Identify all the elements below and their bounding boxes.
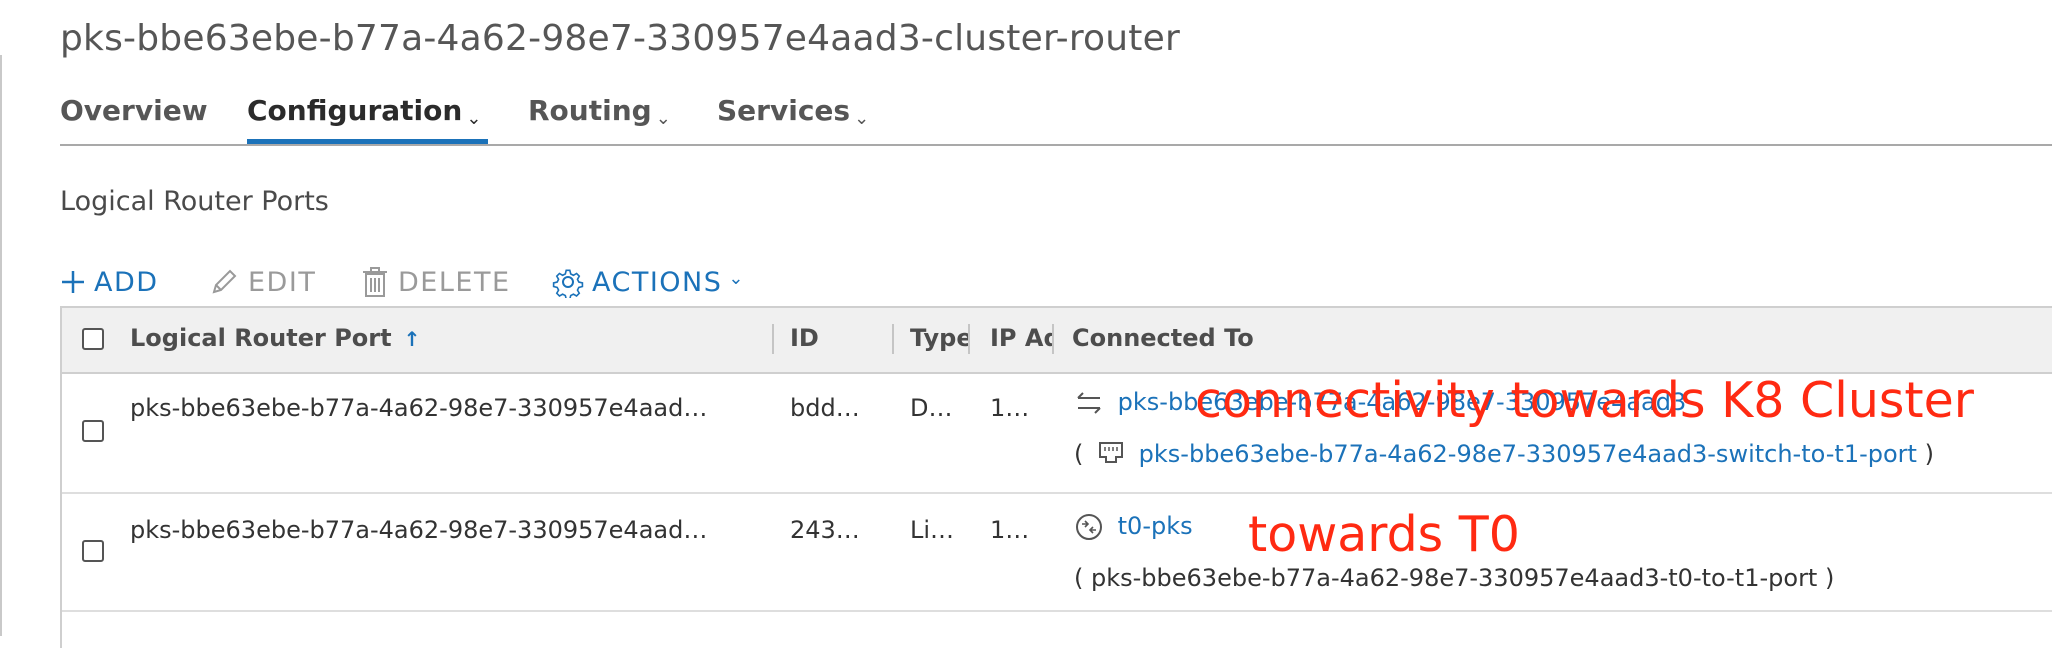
add-button[interactable]: ADD [60,262,159,302]
chevron-down-icon: ⌄ [854,108,870,129]
router-icon [1076,514,1102,540]
column-resize-handle[interactable] [892,324,894,354]
ip-cell: 1… [990,394,1030,422]
connected-router-link[interactable]: t0-pks [1118,512,1193,540]
tab-services-label: Services [717,94,851,127]
type-cell: Li… [910,516,955,544]
port-name-cell: pks-bbe63ebe-b77a-4a62-98e7-330957e4aad… [130,394,708,422]
delete-button-label: DELETE [398,266,511,298]
table-row: pks-bbe63ebe-b77a-4a62-98e7-330957e4aad…… [62,372,2052,494]
tab-bar: Overview Configuration ⌄ Routing ⌄ Service… [60,88,2052,144]
tab-configuration-label: Configuration [247,94,463,127]
connected-port-cell: ( pks-bbe63ebe-b77a-4a62-98e7-330957e4aa… [1074,564,1835,592]
column-header-connected-to[interactable]: Connected To [1072,324,1254,352]
row-checkbox[interactable] [82,420,104,442]
row-checkbox[interactable] [82,540,104,562]
id-cell: bdd… [790,394,860,422]
ip-cell: 1… [990,516,1030,544]
connected-port-cell: ( pks-bbe63ebe-b77a-4a62-98e7-330957e4aa… [1074,440,2052,468]
column-header-id[interactable]: ID [790,324,819,352]
connected-to-cell: t0-pks [1074,512,2052,542]
add-button-label: ADD [94,266,159,298]
column-resize-handle[interactable] [968,324,970,354]
edit-button[interactable]: EDIT [208,262,316,302]
select-all-checkbox[interactable] [82,328,104,350]
tab-routing[interactable]: Routing ⌄ [528,94,671,129]
tab-overview-label: Overview [60,94,208,127]
chevron-down-icon: ⌄ [655,108,671,129]
section-title: Logical Router Ports [60,186,329,217]
column-header-port-label: Logical Router Port [130,324,392,352]
delete-button[interactable]: DELETE [360,262,511,302]
tab-divider [60,144,2052,146]
table-header: Logical Router Port ↑ ID Type IP Ad Conne… [62,308,2052,374]
column-header-ip[interactable]: IP Ad [990,324,1052,352]
actions-button-label: ACTIONS [592,266,723,298]
chevron-down-icon: ⌄ [728,267,745,289]
sort-ascending-icon[interactable]: ↑ [404,327,421,351]
trash-icon [363,267,387,297]
table-row: pks-bbe63ebe-b77a-4a62-98e7-330957e4aad…… [62,494,2052,612]
column-resize-handle[interactable] [1052,324,1054,354]
left-edge-border [0,0,3,636]
tab-services[interactable]: Services ⌄ [717,94,870,129]
connected-port-link[interactable]: pks-bbe63ebe-b77a-4a62-98e7-330957e4aad3… [1139,440,1917,468]
type-cell: D… [910,394,953,422]
chevron-down-icon: ⌄ [466,108,482,129]
paren-open: ( [1074,440,1084,468]
tab-routing-label: Routing [528,94,652,127]
connected-to-cell: pks-bbe63ebe-b77a-4a62-98e7-330957e4aad3 [1074,388,2052,416]
port-name-cell: pks-bbe63ebe-b77a-4a62-98e7-330957e4aad… [130,516,708,544]
active-tab-indicator [247,139,488,144]
page-title: pks-bbe63ebe-b77a-4a62-98e7-330957e4aad3… [60,18,1180,59]
pencil-icon [212,269,237,294]
column-header-type[interactable]: Type [910,324,968,352]
column-header-port[interactable]: Logical Router Port ↑ [130,324,420,352]
logical-router-ports-table: Logical Router Port ↑ ID Type IP Ad Conne… [60,306,2052,648]
port-icon [1099,442,1124,463]
gear-icon [552,269,584,298]
tab-overview[interactable]: Overview [60,94,208,127]
plus-icon [62,271,84,293]
switch-arrows-icon [1077,392,1101,414]
paren-close: ) [1924,440,1934,468]
connected-switch-link[interactable]: pks-bbe63ebe-b77a-4a62-98e7-330957e4aad3 [1118,388,1687,416]
id-cell: 243… [790,516,860,544]
edit-button-label: EDIT [248,266,317,298]
tab-configuration[interactable]: Configuration ⌄ [247,94,482,129]
column-resize-handle[interactable] [772,324,774,354]
actions-button[interactable]: ACTIONS ⌄ [552,262,745,302]
